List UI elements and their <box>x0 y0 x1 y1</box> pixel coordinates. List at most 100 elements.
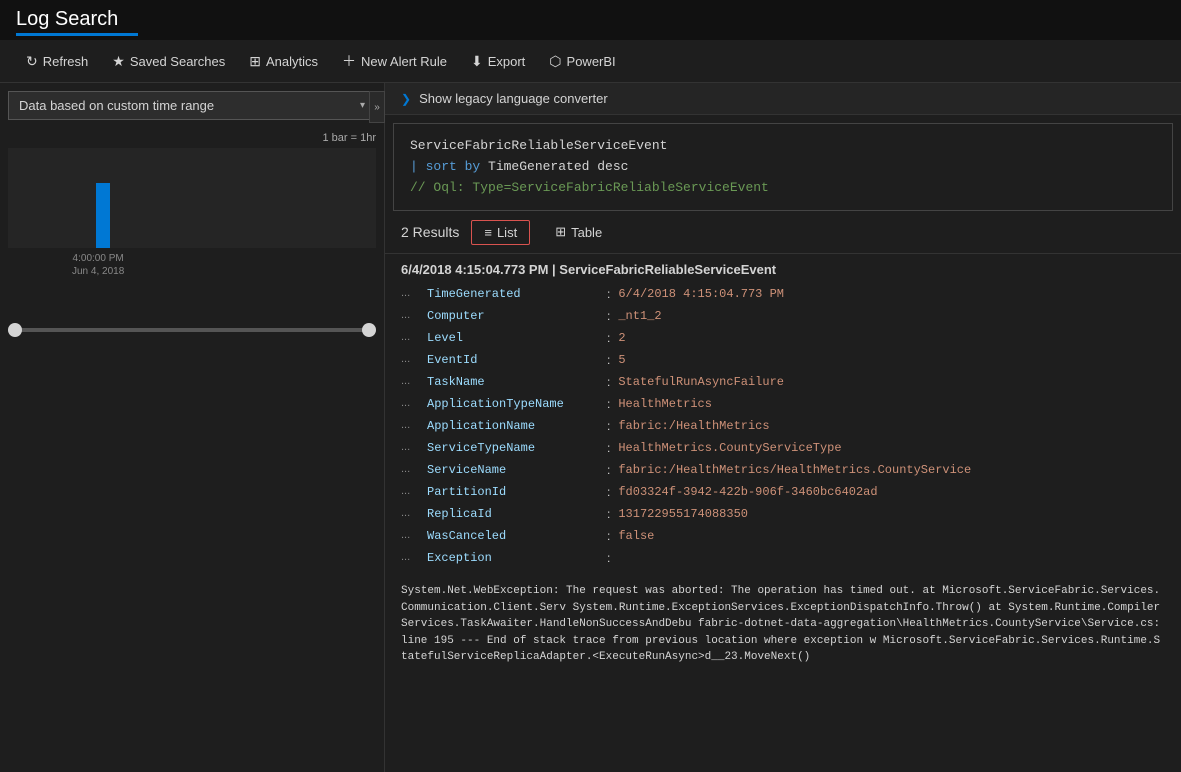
field-colon: : <box>607 351 610 369</box>
field-name: ServiceTypeName <box>427 439 607 457</box>
field-value: 6/4/2018 4:15:04.773 PM <box>618 285 784 303</box>
export-button[interactable]: ⬇ Export <box>461 48 535 75</box>
bar-scale-label: 1 bar = 1hr <box>8 132 376 144</box>
field-name: ApplicationTypeName <box>427 395 607 413</box>
log-field-row: ... EventId : 5 <box>401 349 1165 371</box>
right-panel: ❯ Show legacy language converter Service… <box>385 83 1181 772</box>
field-colon: : <box>607 307 610 325</box>
refresh-button[interactable]: ↻ Refresh <box>16 48 98 75</box>
expand-icon[interactable]: ... <box>401 329 421 346</box>
query-line-2: | sort by TimeGenerated desc <box>410 157 1156 178</box>
field-colon: : <box>607 505 610 523</box>
results-count: 2 Results <box>401 224 459 240</box>
field-colon: : <box>607 527 610 545</box>
legacy-converter-bar[interactable]: ❯ Show legacy language converter <box>385 83 1181 115</box>
field-value: 131722955174088350 <box>618 505 748 523</box>
expand-icon[interactable]: ... <box>401 395 421 412</box>
time-range-label: Data based on custom time range <box>19 98 214 113</box>
grid-icon: ⊞ <box>249 53 261 70</box>
field-value: HealthMetrics <box>618 395 712 413</box>
field-colon: : <box>607 439 610 457</box>
list-view-label: List <box>497 225 517 240</box>
left-panel: » Data based on custom time range ▾ 1 ba… <box>0 83 385 772</box>
log-field-row: ... Computer : _nt1_2 <box>401 305 1165 327</box>
expand-icon[interactable]: ... <box>401 439 421 456</box>
expand-icon[interactable]: ... <box>401 505 421 522</box>
log-field-row: ... ReplicaId : 131722955174088350 <box>401 503 1165 525</box>
page-title: Log Search <box>16 8 118 31</box>
field-value: false <box>618 527 654 545</box>
field-name: ApplicationName <box>427 417 607 435</box>
field-colon: : <box>607 395 610 413</box>
log-fields: ... TimeGenerated : 6/4/2018 4:15:04.773… <box>401 283 1165 569</box>
expand-icon[interactable]: ... <box>401 461 421 478</box>
refresh-label: Refresh <box>43 54 89 69</box>
collapse-button[interactable]: » <box>369 91 385 123</box>
time-range-dropdown[interactable]: Data based on custom time range ▾ <box>8 91 376 120</box>
log-field-row: ... ServiceTypeName : HealthMetrics.Coun… <box>401 437 1165 459</box>
log-field-row: ... ApplicationName : fabric:/HealthMetr… <box>401 415 1165 437</box>
expand-icon[interactable]: ... <box>401 483 421 500</box>
log-field-row: ... TaskName : StatefulRunAsyncFailure <box>401 371 1165 393</box>
field-name: WasCanceled <box>427 527 607 545</box>
expand-icon[interactable]: ... <box>401 527 421 544</box>
field-name: EventId <box>427 351 607 369</box>
field-name: PartitionId <box>427 483 607 501</box>
time-chart: 4:00:00 PM Jun 4, 2018 <box>8 148 376 288</box>
plus-icon: ＋ <box>342 51 356 71</box>
expand-icon[interactable]: ... <box>401 549 421 566</box>
log-field-row: ... PartitionId : fd03324f-3942-422b-906… <box>401 481 1165 503</box>
chart-area <box>8 148 376 248</box>
field-colon: : <box>607 461 610 479</box>
field-colon: : <box>607 417 610 435</box>
range-slider[interactable] <box>8 328 376 332</box>
expand-icon[interactable]: ... <box>401 307 421 324</box>
field-value: fd03324f-3942-422b-906f-3460bc6402ad <box>618 483 877 501</box>
expand-icon[interactable]: ... <box>401 285 421 302</box>
export-label: Export <box>488 54 526 69</box>
table-view-button[interactable]: ⊞ Table <box>542 219 615 245</box>
field-name: TimeGenerated <box>427 285 607 303</box>
log-field-row: ... ServiceName : fabric:/HealthMetrics/… <box>401 459 1165 481</box>
log-field-row: ... Exception : <box>401 547 1165 569</box>
log-field-row: ... ApplicationTypeName : HealthMetrics <box>401 393 1165 415</box>
expand-icon[interactable]: ... <box>401 373 421 390</box>
powerbi-button[interactable]: ⬡ PowerBI <box>539 48 625 75</box>
star-icon: ★ <box>112 53 125 70</box>
new-alert-label: New Alert Rule <box>361 54 447 69</box>
new-alert-button[interactable]: ＋ New Alert Rule <box>332 46 457 76</box>
chevron-down-icon: ▾ <box>360 100 365 111</box>
slider-handle-right[interactable] <box>362 323 376 337</box>
legacy-label: Show legacy language converter <box>419 91 608 106</box>
saved-searches-label: Saved Searches <box>130 54 225 69</box>
field-value: HealthMetrics.CountyServiceType <box>618 439 841 457</box>
saved-searches-button[interactable]: ★ Saved Searches <box>102 48 235 75</box>
analytics-label: Analytics <box>266 54 318 69</box>
table-icon: ⊞ <box>555 224 566 240</box>
field-value: 5 <box>618 351 625 369</box>
expand-icon[interactable]: ... <box>401 417 421 434</box>
field-colon: : <box>607 329 610 347</box>
list-view-button[interactable]: ≡ List <box>471 220 530 245</box>
field-name: Computer <box>427 307 607 325</box>
slider-track <box>8 328 376 332</box>
chart-bar <box>96 183 110 248</box>
field-name: Exception <box>427 549 607 567</box>
analytics-button[interactable]: ⊞ Analytics <box>239 48 328 75</box>
slider-handle-left[interactable] <box>8 323 22 337</box>
field-name: ServiceName <box>427 461 607 479</box>
main-layout: » Data based on custom time range ▾ 1 ba… <box>0 83 1181 772</box>
field-colon: : <box>607 483 610 501</box>
field-colon: : <box>607 549 610 567</box>
field-colon: : <box>607 285 610 303</box>
table-view-label: Table <box>571 225 602 240</box>
field-name: ReplicaId <box>427 505 607 523</box>
query-line-3: // Oql: Type=ServiceFabricReliableServic… <box>410 178 1156 199</box>
query-editor[interactable]: ServiceFabricReliableServiceEvent | sort… <box>393 123 1173 211</box>
powerbi-label: PowerBI <box>567 54 616 69</box>
field-value: fabric:/HealthMetrics <box>618 417 769 435</box>
expand-icon[interactable]: ... <box>401 351 421 368</box>
log-field-row: ... WasCanceled : false <box>401 525 1165 547</box>
query-line-1: ServiceFabricReliableServiceEvent <box>410 136 1156 157</box>
field-value: _nt1_2 <box>618 307 661 325</box>
